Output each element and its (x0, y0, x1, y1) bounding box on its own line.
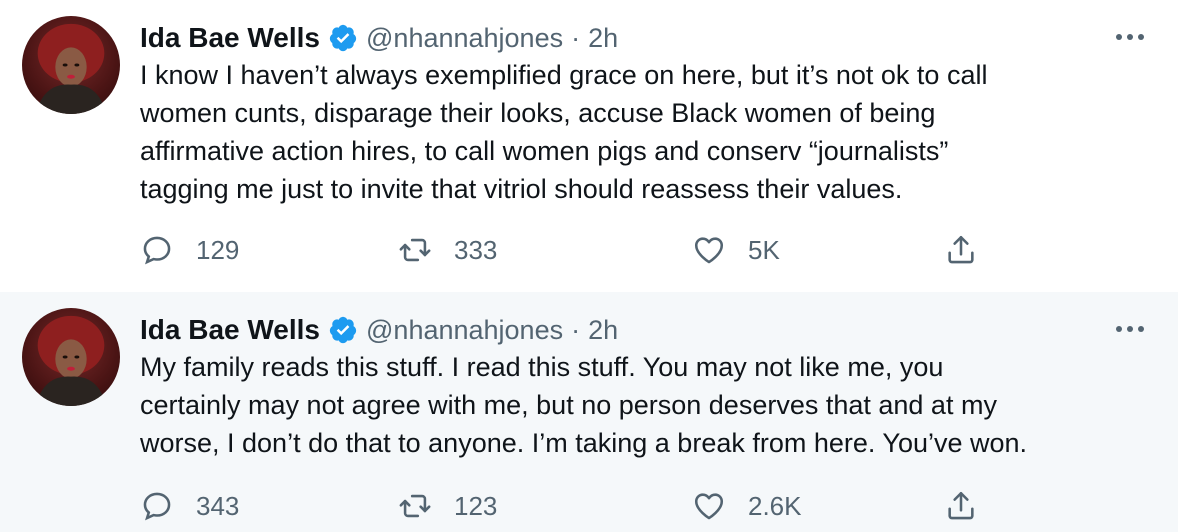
retweet-count: 123 (454, 490, 498, 521)
retweet-button[interactable]: 123 (398, 486, 497, 526)
avatar-image (35, 315, 107, 406)
like-button[interactable]: 2.6K (692, 486, 802, 526)
more-options-icon[interactable] (1112, 314, 1148, 344)
retweet-icon (399, 494, 431, 518)
share-icon (948, 235, 974, 264)
avatar-image (35, 23, 107, 114)
tweet-header: Ida Bae Wells @nhannahjones · 2h (140, 18, 1148, 58)
retweet-icon (399, 238, 431, 262)
avatar[interactable] (22, 16, 120, 114)
heart-icon (694, 493, 724, 520)
like-count: 5K (748, 234, 780, 265)
separator-dot: · (571, 314, 581, 345)
share-icon (948, 491, 974, 520)
tweet-1[interactable]: Ida Bae Wells @nhannahjones · 2h I know … (0, 0, 1178, 292)
author-name[interactable]: Ida Bae Wells (140, 314, 320, 346)
author-handle[interactable]: @nhannahjones (366, 23, 563, 54)
reply-count: 129 (196, 234, 240, 265)
timestamp[interactable]: 2h (588, 315, 618, 346)
tweet-actions: 129 333 5K (140, 230, 1178, 270)
reply-icon (143, 492, 171, 521)
like-button[interactable]: 5K (692, 230, 780, 270)
reply-button[interactable]: 129 (140, 230, 239, 270)
tweet-text: I know I haven’t always exemplified grac… (140, 60, 988, 204)
reply-icon (143, 236, 171, 265)
reply-count: 343 (196, 490, 240, 521)
reply-button[interactable]: 343 (140, 486, 239, 526)
like-count: 2.6K (748, 490, 802, 521)
retweet-button[interactable]: 333 (398, 230, 497, 270)
verified-badge-icon (328, 315, 358, 345)
tweet-actions: 343 123 2.6K (140, 486, 1178, 526)
tweet-header: Ida Bae Wells @nhannahjones · 2h (140, 310, 1148, 350)
author-handle[interactable]: @nhannahjones (366, 315, 563, 346)
share-button[interactable] (944, 230, 978, 270)
heart-icon (694, 237, 724, 264)
verified-badge-icon (328, 23, 358, 53)
tweet-2[interactable]: Ida Bae Wells @nhannahjones · 2h My fami… (0, 292, 1178, 532)
timestamp[interactable]: 2h (588, 23, 618, 54)
more-options-icon[interactable] (1112, 22, 1148, 52)
retweet-count: 333 (454, 234, 498, 265)
separator-dot: · (571, 22, 581, 53)
avatar[interactable] (22, 308, 120, 406)
tweet-text: My family reads this stuff. I read this … (140, 352, 1028, 458)
share-button[interactable] (944, 486, 978, 526)
author-name[interactable]: Ida Bae Wells (140, 22, 320, 54)
